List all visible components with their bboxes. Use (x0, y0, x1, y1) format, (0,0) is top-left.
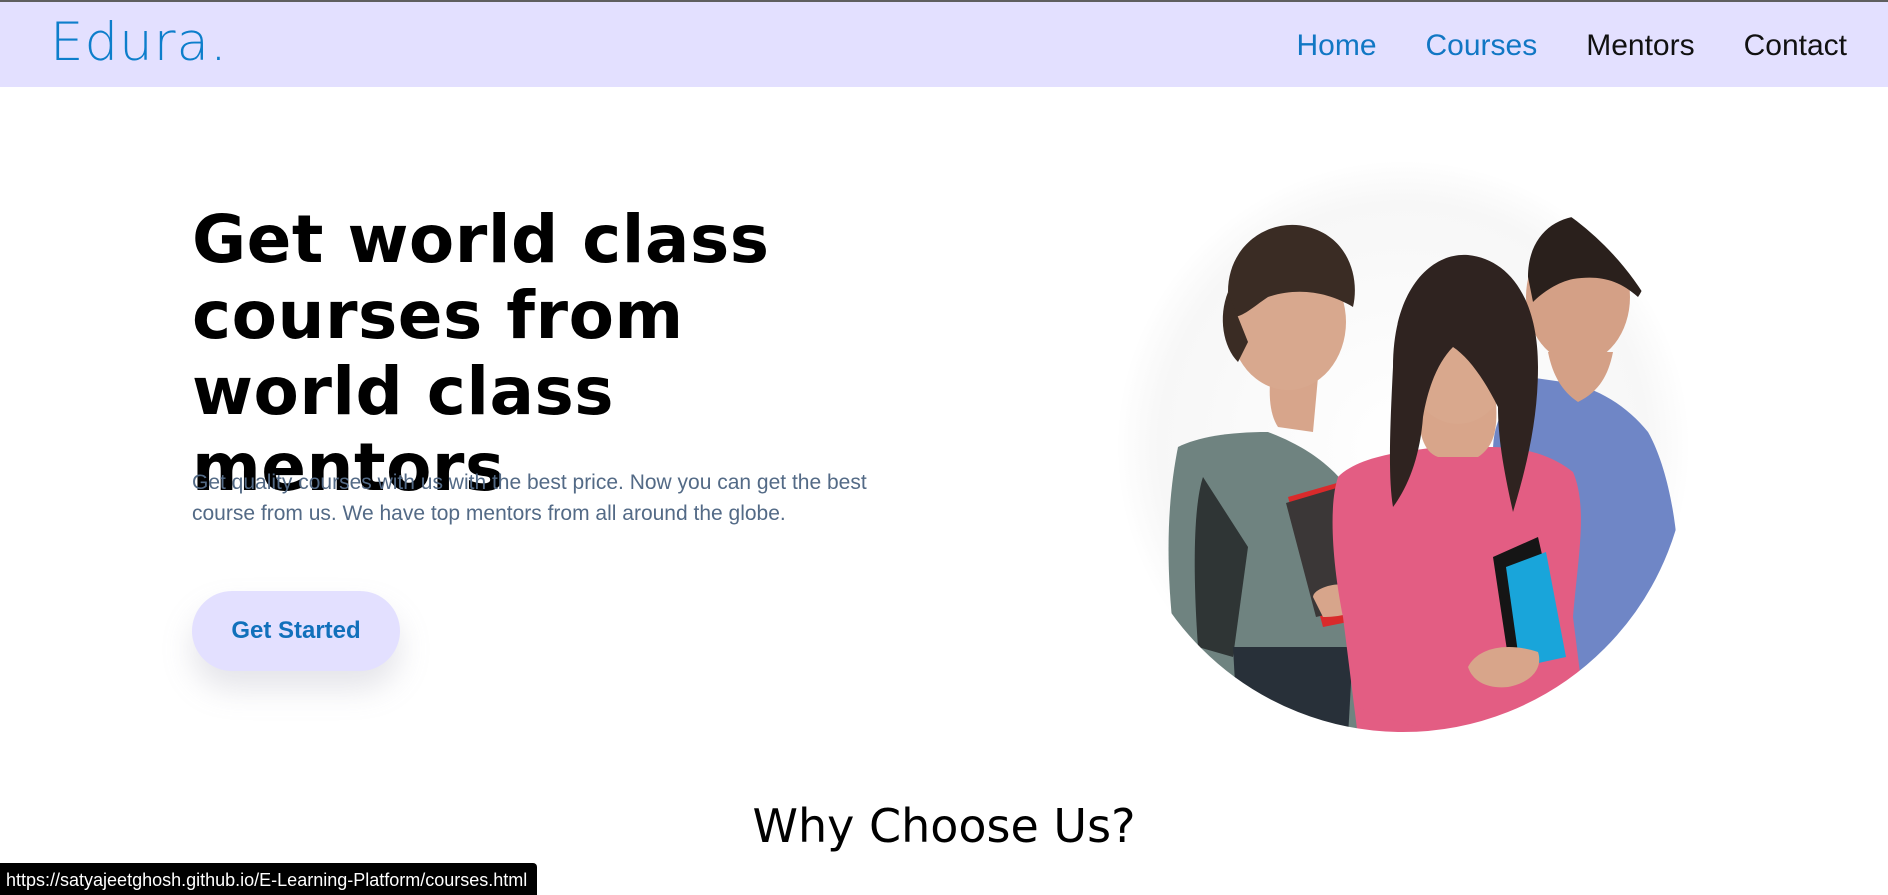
nav-mentors-link[interactable]: Mentors (1586, 28, 1694, 64)
students-hero-image (1112, 156, 1694, 737)
hero-title: Get world class courses from world class… (192, 201, 770, 506)
site-logo[interactable]: Edura. (50, 12, 228, 74)
nav-home-link[interactable]: Home (1296, 28, 1376, 64)
hero-description: Get quality courses with us with the bes… (192, 471, 867, 525)
page: Edura. Home Courses Mentors Contact Get … (0, 0, 1888, 895)
link-preview-status: https://satyajeetghosh.github.io/E-Learn… (0, 863, 538, 895)
nav-contact-link[interactable]: Contact (1744, 28, 1847, 64)
nav-courses-link[interactable]: Courses (1426, 28, 1538, 64)
site-header: Edura. Home Courses Mentors Contact (0, 2, 1888, 87)
main-nav: Home Courses Mentors Contact (1296, 28, 1847, 64)
why-choose-us-title: Why Choose Us? (752, 799, 1136, 853)
get-started-button[interactable]: Get Started (192, 591, 400, 671)
